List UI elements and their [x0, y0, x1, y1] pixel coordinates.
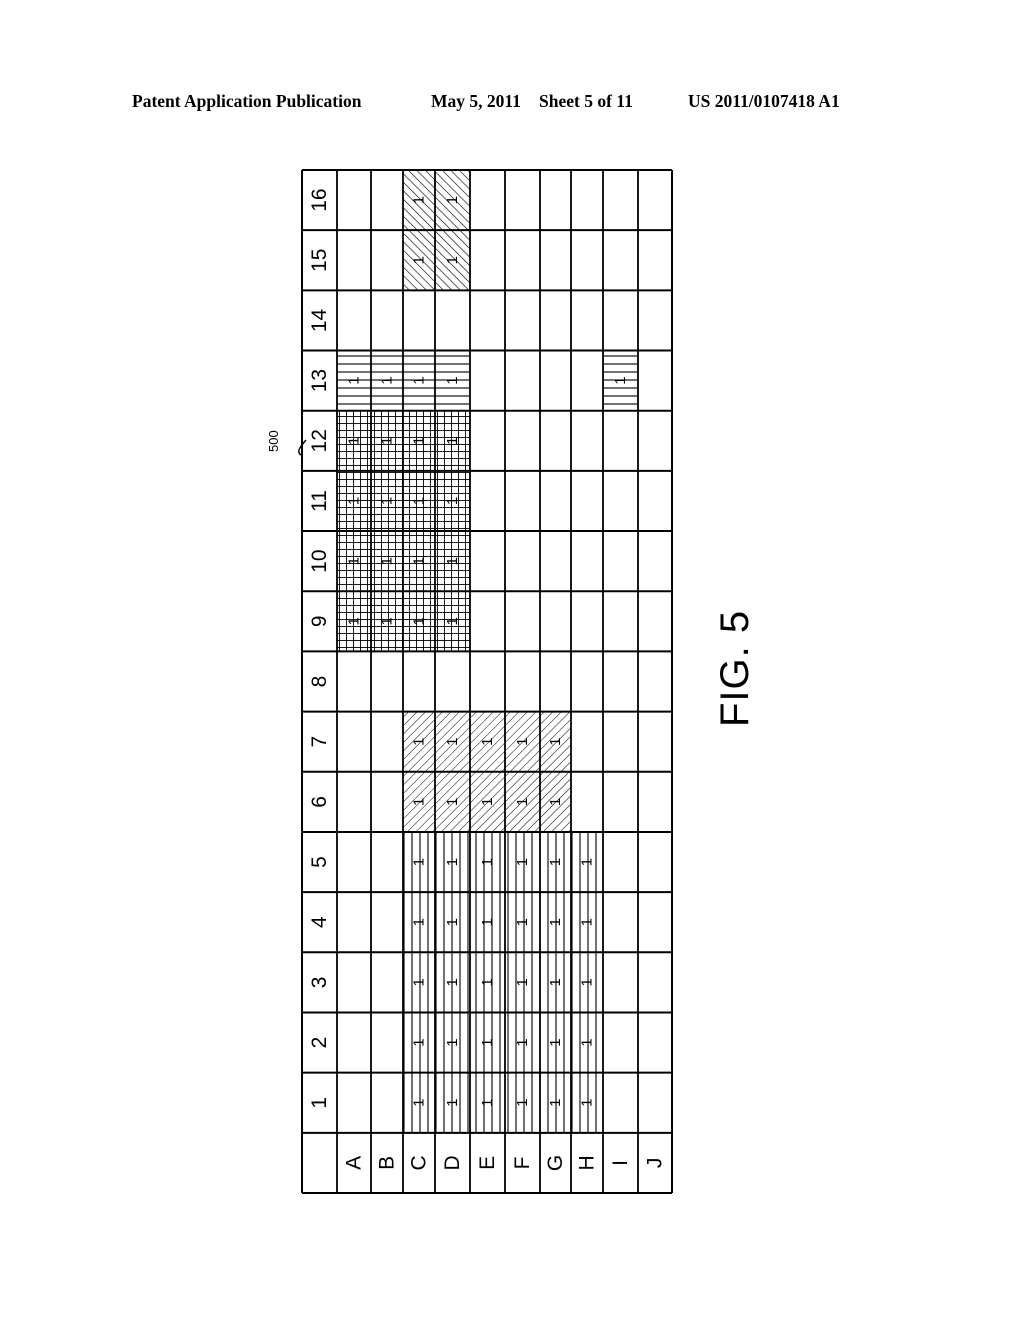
cell-value: 1	[514, 798, 531, 806]
cell-value: 1	[411, 1038, 428, 1046]
cell-value: 1	[514, 978, 531, 986]
cell-value: 1	[514, 1038, 531, 1046]
cell-value: 1	[514, 918, 531, 926]
cell-value: 1	[379, 557, 396, 565]
cell-value: 1	[444, 1038, 461, 1046]
cell-value: 1	[547, 978, 564, 986]
cell-value: 1	[547, 798, 564, 806]
row-header-label: 15	[308, 249, 331, 272]
cell-value: 1	[411, 858, 428, 866]
figure-table: 1 1 1 1 1 11 1 1 1 1 11 1 1 1 1 11 1 1 1 1 11 1 1 1 1 11 1 1 1 11 1 1 1 1…	[298, 169, 673, 1194]
column-header-label: H	[576, 1155, 599, 1170]
row-header-label: 10	[308, 549, 331, 572]
cell-value: 1	[579, 1099, 596, 1107]
cell-value: 1	[411, 978, 428, 986]
row-header-label: 16	[308, 188, 331, 211]
cell-value: 1	[379, 376, 396, 384]
cell-value: 1	[346, 376, 363, 384]
cell-value: 1	[444, 798, 461, 806]
cell-value: 1	[411, 738, 428, 746]
cell-value: 1	[444, 196, 461, 204]
cell-value: 1	[411, 437, 428, 445]
cell-value: 1	[479, 1099, 496, 1107]
cell-value: 1	[346, 557, 363, 565]
row-header-label: 13	[308, 369, 331, 392]
cell-value: 1	[547, 858, 564, 866]
column-header-label: J	[644, 1158, 667, 1169]
cell-value: 1	[479, 978, 496, 986]
reference-numeral: 500	[266, 430, 281, 452]
cell-value: 1	[411, 497, 428, 505]
cell-value: 1	[346, 437, 363, 445]
row-header-label: 9	[308, 615, 331, 627]
cell-value: 1	[379, 437, 396, 445]
cell-value: 1	[346, 497, 363, 505]
cell-value: 1	[444, 978, 461, 986]
column-header-label: E	[476, 1156, 499, 1170]
cell-value: 1	[444, 1099, 461, 1107]
figure-label: FIG. 5	[713, 609, 757, 727]
cell-value: 1	[547, 1038, 564, 1046]
cell-value: 1	[514, 858, 531, 866]
row-header-label: 4	[308, 916, 331, 928]
cell-value: 1	[444, 497, 461, 505]
row-header-label: 11	[308, 490, 331, 512]
cell-value: 1	[547, 738, 564, 746]
cell-value: 1	[444, 376, 461, 384]
column-header-label: D	[441, 1155, 464, 1170]
cell-value: 1	[411, 617, 428, 625]
column-header-label: B	[376, 1156, 399, 1170]
row-header-label: 7	[308, 736, 331, 748]
cell-value: 1	[479, 798, 496, 806]
cell-value: 1	[514, 738, 531, 746]
cell-value: 1	[579, 1038, 596, 1046]
cell-value: 1	[514, 1099, 531, 1107]
cell-value: 1	[444, 617, 461, 625]
cell-value: 1	[579, 918, 596, 926]
cell-value: 1	[411, 798, 428, 806]
cell-value: 1	[379, 497, 396, 505]
cell-value: 1	[547, 1099, 564, 1107]
cell-value: 1	[411, 918, 428, 926]
cell-value: 1	[479, 858, 496, 866]
cell-value: 1	[411, 196, 428, 204]
cell-value: 1	[346, 617, 363, 625]
cell-value: 1	[379, 617, 396, 625]
cell-value: 1	[444, 256, 461, 264]
column-header-label: F	[511, 1156, 534, 1169]
column-header-label: A	[343, 1156, 366, 1170]
column-header-label: I	[609, 1160, 632, 1166]
row-header-label: 12	[308, 429, 331, 452]
cell-value: 1	[444, 858, 461, 866]
cell-value: 1	[411, 557, 428, 565]
cell-value: 1	[612, 376, 629, 384]
row-header-label: 6	[308, 796, 331, 808]
row-header-label: 8	[308, 676, 331, 688]
cell-value: 1	[547, 918, 564, 926]
column-header-label: G	[544, 1155, 567, 1171]
cell-value: 1	[479, 1038, 496, 1046]
cell-value: 1	[579, 978, 596, 986]
cell-value: 1	[479, 738, 496, 746]
cell-value: 1	[444, 918, 461, 926]
cell-value: 1	[444, 557, 461, 565]
row-header-label: 3	[308, 977, 331, 989]
row-header-label: 5	[308, 856, 331, 868]
cell-value: 1	[479, 918, 496, 926]
column-header-label: C	[408, 1155, 431, 1170]
cell-value: 1	[444, 738, 461, 746]
row-header-label: 2	[308, 1037, 331, 1049]
cell-value: 1	[411, 376, 428, 384]
cell-value: 1	[579, 858, 596, 866]
cell-value: 1	[411, 1099, 428, 1107]
cell-value: 1	[411, 256, 428, 264]
row-header-label: 1	[308, 1097, 331, 1109]
cell-value: 1	[444, 437, 461, 445]
row-header-label: 14	[308, 308, 331, 332]
